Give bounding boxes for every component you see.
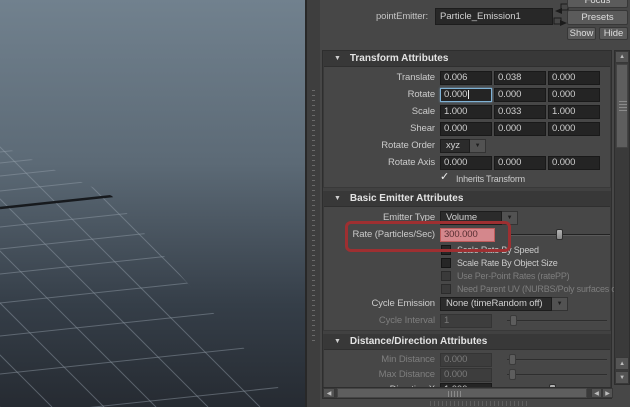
rate-slider[interactable]: [510, 228, 610, 241]
rotate-order-row: Rotate Order xyz ▼: [324, 137, 610, 154]
show-button[interactable]: Show: [567, 27, 596, 40]
translate-x-field[interactable]: 0.006: [440, 70, 492, 85]
scale-z-field[interactable]: 1.000: [548, 104, 600, 119]
use-per-point-rates-checkbox: [441, 270, 451, 281]
scroll-left-button[interactable]: ◀: [323, 388, 335, 398]
attribute-editor: pointEmitter: Focus Presets Show Hide: [320, 0, 630, 407]
chevron-down-icon[interactable]: ▼: [502, 210, 518, 225]
scale-rate-by-speed-checkbox[interactable]: [441, 244, 451, 255]
translate-z-field[interactable]: 0.000: [548, 70, 600, 85]
rate-field[interactable]: 300.000: [440, 227, 495, 242]
cycle-emission-row: Cycle Emission None (timeRandom off) ▼: [324, 295, 610, 312]
section-title: Transform Attributes: [349, 53, 449, 64]
vertical-scrollbar[interactable]: ▲ ▲ ▼: [614, 50, 630, 385]
rotate-z-field[interactable]: 0.000: [548, 87, 600, 102]
attribute-editor-header: pointEmitter: Focus Presets Show Hide: [320, 0, 630, 50]
maya-window: pointEmitter: Focus Presets Show Hide: [0, 0, 630, 407]
viewport-3d[interactable]: [0, 0, 305, 407]
rotate-x-field[interactable]: 0.000: [440, 87, 492, 102]
rate-row: Rate (Particles/Sec) 300.000: [324, 221, 610, 252]
emitter-type-row: Emitter Type Volume ▼: [324, 209, 610, 226]
hide-button[interactable]: Hide: [599, 27, 628, 40]
thumb-grip-dots: [448, 391, 462, 397]
cycle-interval-row: Cycle Interval 1: [324, 312, 610, 329]
scale-y-field[interactable]: 0.033: [494, 104, 546, 119]
rotate-axis-row: Rotate Axis 0.000 0.000 0.000: [324, 154, 610, 171]
inherits-transform-checkbox[interactable]: ✓: [440, 171, 450, 184]
section-transform-attributes: ▼ Transform Attributes Translate 0.006 0…: [323, 51, 611, 188]
min-distance-slider: [507, 353, 607, 366]
shear-x-field[interactable]: 0.000: [440, 121, 492, 136]
scale-rate-by-speed-row: Scale Rate By Speed: [324, 243, 610, 256]
scroll-down-button[interactable]: ▼: [615, 371, 629, 384]
attributes-scroll-area: ▼ Transform Attributes Translate 0.006 0…: [322, 50, 630, 399]
rotate-axis-x-field[interactable]: 0.000: [440, 155, 492, 170]
min-distance-row: Min Distance 0.000: [324, 352, 610, 367]
min-distance-field: 0.000: [440, 352, 492, 367]
max-distance-field: 0.000: [440, 367, 492, 382]
translate-y-field[interactable]: 0.038: [494, 70, 546, 85]
cycle-interval-field: 1: [440, 313, 492, 328]
divider-grip-dots: [312, 90, 315, 345]
inherits-transform-row: ✓ Inherits Transform: [440, 170, 525, 184]
scroll-up-button[interactable]: ▲: [615, 51, 629, 63]
shear-row: Shear 0.000 0.000 0.000: [324, 120, 610, 137]
collapse-triangle-icon: ▼: [334, 338, 341, 345]
max-distance-row: Max Distance 0.000: [324, 367, 610, 382]
checkmark-icon: ✓: [440, 170, 450, 183]
basic-emitter-section-header[interactable]: ▼ Basic Emitter Attributes: [324, 191, 610, 207]
vertical-scrollbar-thumb[interactable]: [616, 64, 628, 148]
focus-button[interactable]: Focus: [567, 0, 628, 8]
need-parent-uv-row: Need Parent UV (NURBS/Poly surfaces only…: [324, 282, 630, 295]
scale-rate-by-object-size-checkbox[interactable]: [441, 257, 451, 268]
text-cursor: [468, 90, 470, 99]
node-name-input[interactable]: [435, 8, 554, 25]
presets-button[interactable]: Presets: [567, 10, 628, 25]
node-type-label: pointEmitter:: [376, 11, 429, 22]
viewport-grid: [0, 0, 305, 407]
shear-z-field[interactable]: 0.000: [548, 121, 600, 136]
shear-y-field[interactable]: 0.000: [494, 121, 546, 136]
panel-divider[interactable]: [305, 0, 320, 407]
panel-resize-grip[interactable]: [430, 401, 530, 406]
rotate-axis-z-field[interactable]: 0.000: [548, 155, 600, 170]
scroll-up-button-bottom[interactable]: ▲: [615, 357, 629, 370]
use-per-point-rates-row: Use Per-Point Rates (ratePP): [324, 269, 610, 282]
cycle-interval-slider: [507, 314, 607, 327]
scale-x-field[interactable]: 1.000: [440, 104, 492, 119]
translate-row: Translate 0.006 0.038 0.000: [324, 69, 610, 86]
distance-direction-section-header[interactable]: ▼ Distance/Direction Attributes: [324, 334, 610, 350]
max-distance-slider: [507, 368, 607, 381]
chevron-down-icon[interactable]: ▼: [470, 138, 486, 153]
section-title: Distance/Direction Attributes: [349, 336, 488, 347]
scale-rate-by-object-size-row: Scale Rate By Object Size: [324, 256, 610, 269]
thumb-grip-dots: [619, 101, 627, 113]
horizontal-scrollbar[interactable]: ◀ ◀ ▶: [322, 387, 613, 399]
section-basic-emitter-attributes: ▼ Basic Emitter Attributes Emitter Type …: [323, 191, 630, 331]
rotate-row: Rotate 0.000 0.000 0.000: [324, 86, 610, 103]
rotate-axis-y-field[interactable]: 0.000: [494, 155, 546, 170]
scroll-left-button-right[interactable]: ◀: [591, 388, 602, 398]
scale-row: Scale 1.000 0.033 1.000: [324, 103, 610, 120]
scroll-right-button[interactable]: ▶: [602, 388, 613, 398]
collapse-triangle-icon: ▼: [334, 195, 341, 202]
need-parent-uv-checkbox: [441, 283, 451, 294]
cycle-emission-dropdown[interactable]: None (timeRandom off) ▼: [440, 296, 568, 311]
section-title: Basic Emitter Attributes: [349, 193, 464, 204]
rotate-order-dropdown[interactable]: xyz ▼: [440, 138, 486, 153]
collapse-triangle-icon: ▼: [334, 55, 341, 62]
chevron-down-icon[interactable]: ▼: [552, 296, 568, 311]
emitter-type-dropdown[interactable]: Volume ▼: [440, 210, 518, 225]
rotate-y-field[interactable]: 0.000: [494, 87, 546, 102]
horizontal-scrollbar-thumb[interactable]: [337, 388, 587, 398]
transform-section-header[interactable]: ▼ Transform Attributes: [324, 51, 610, 67]
